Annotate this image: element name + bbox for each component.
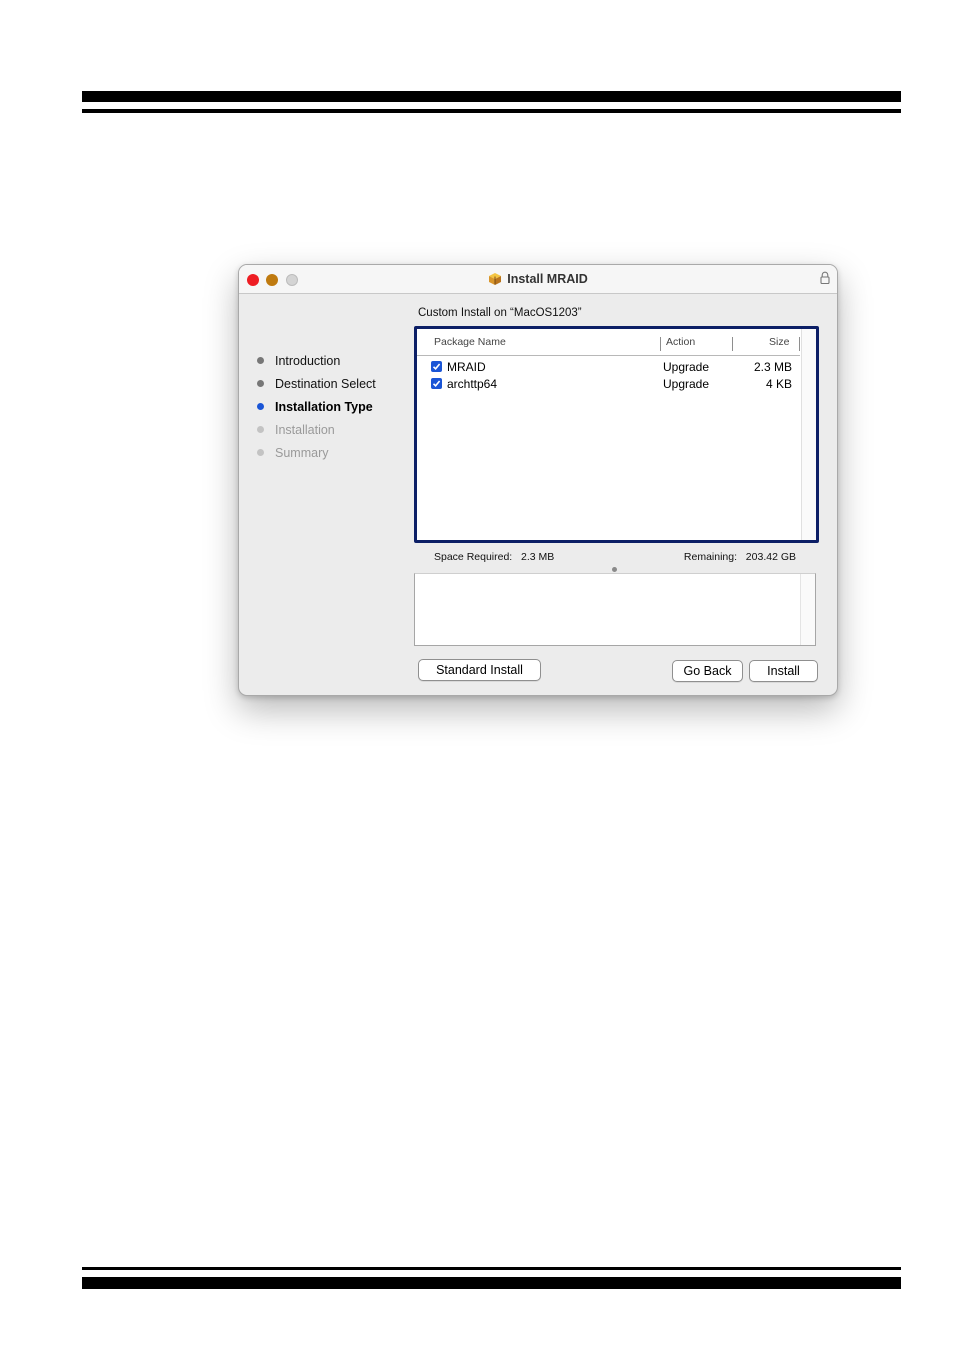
installer-window: Install MRAID Introduction Destination S… bbox=[238, 264, 838, 696]
column-separator bbox=[732, 337, 733, 351]
header-rule-thin bbox=[82, 109, 901, 113]
table-scrollbar[interactable] bbox=[801, 329, 816, 540]
column-separator bbox=[660, 337, 661, 351]
custom-install-title: Custom Install on “MacOS1203” bbox=[418, 307, 582, 319]
install-button[interactable]: Install bbox=[749, 660, 818, 682]
step-label: Introduction bbox=[275, 353, 341, 368]
column-separator bbox=[799, 337, 800, 351]
window-title: Install MRAID bbox=[507, 272, 588, 286]
step-introduction: Introduction bbox=[257, 349, 376, 372]
package-icon bbox=[489, 273, 502, 285]
header-rule-thick bbox=[82, 91, 901, 102]
step-label: Destination Select bbox=[275, 376, 376, 391]
package-size: 4 KB bbox=[765, 377, 792, 391]
table-row[interactable]: archttp64 Upgrade 4 KB bbox=[417, 376, 800, 393]
description-scrollbar[interactable] bbox=[800, 574, 815, 645]
remaining-value: 203.42 GB bbox=[745, 551, 796, 563]
step-destination-select: Destination Select bbox=[257, 372, 376, 395]
step-dot bbox=[257, 426, 264, 433]
step-installation-type: Installation Type bbox=[257, 395, 376, 418]
step-summary: Summary bbox=[257, 441, 376, 464]
space-required: Space Required: 2.3 MB bbox=[434, 551, 554, 563]
window-title-group: Install MRAID bbox=[239, 265, 837, 293]
step-dot-active bbox=[257, 403, 264, 410]
standard-install-button[interactable]: Standard Install bbox=[418, 659, 541, 681]
column-header-action[interactable]: Action bbox=[666, 329, 695, 355]
package-checkbox[interactable] bbox=[431, 361, 442, 372]
installer-steps: Introduction Destination Select Installa… bbox=[257, 349, 376, 464]
step-installation: Installation bbox=[257, 418, 376, 441]
space-required-value: 2.3 MB bbox=[520, 551, 555, 563]
step-label: Installation Type bbox=[275, 399, 373, 414]
package-name: MRAID bbox=[447, 360, 486, 374]
space-info-bar: Space Required: 2.3 MB Remaining: 203.42… bbox=[414, 545, 816, 572]
split-resize-handle[interactable] bbox=[612, 567, 617, 572]
package-name: archttp64 bbox=[447, 377, 498, 391]
footer-rule-thin bbox=[82, 1267, 901, 1270]
step-dot bbox=[257, 449, 264, 456]
step-dot bbox=[257, 380, 264, 387]
package-checkbox[interactable] bbox=[431, 378, 442, 389]
step-label: Installation bbox=[275, 422, 335, 437]
title-bar: Install MRAID bbox=[239, 265, 837, 294]
package-description-area bbox=[414, 573, 816, 646]
package-action: Upgrade bbox=[663, 360, 710, 374]
step-label: Summary bbox=[275, 445, 329, 460]
space-required-label: Space Required: bbox=[434, 551, 513, 563]
checkmark-icon bbox=[432, 380, 441, 387]
header-divider bbox=[417, 355, 800, 356]
table-row[interactable]: MRAID Upgrade 2.3 MB bbox=[417, 359, 800, 376]
lock-icon[interactable] bbox=[819, 271, 831, 285]
space-remaining: Remaining: 203.42 GB bbox=[684, 551, 796, 563]
package-table[interactable]: Package Name Action Size MRAID Upgrade 2… bbox=[414, 326, 819, 543]
package-size: 2.3 MB bbox=[753, 360, 792, 374]
remaining-label: Remaining: bbox=[683, 551, 738, 563]
column-header-package-name[interactable]: Package Name bbox=[434, 329, 506, 355]
footer-rule-thick bbox=[82, 1277, 901, 1289]
step-dot bbox=[257, 357, 264, 364]
checkmark-icon bbox=[432, 363, 441, 370]
column-header-size[interactable]: Size bbox=[769, 329, 789, 355]
go-back-button[interactable]: Go Back bbox=[672, 660, 743, 682]
package-action: Upgrade bbox=[663, 377, 710, 391]
